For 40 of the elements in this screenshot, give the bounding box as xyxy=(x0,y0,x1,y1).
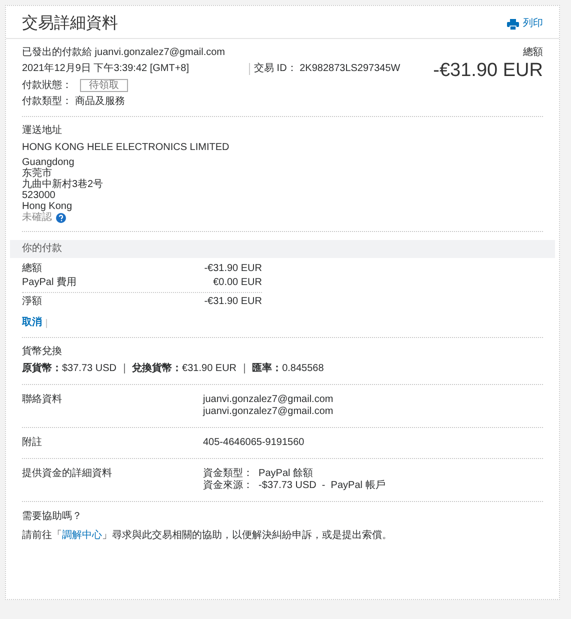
detail-label: 附註 xyxy=(22,437,43,449)
address-line: 东莞市 xyxy=(22,168,52,179)
payment-amount: -€31.90 EUR xyxy=(204,263,262,275)
section-heading: 貨幣兌換 xyxy=(22,346,63,358)
section-heading: 需要協助嗎？ xyxy=(22,511,83,523)
status-label: 付款狀態： xyxy=(22,80,72,92)
detail-value: 資金類型： PayPal 餘額 xyxy=(203,468,314,480)
help-text: 請前往「調解中心」尋求與此交易相關的協助，以便解決糾紛申訴，或是提出索償。 xyxy=(22,530,393,542)
payment-label: PayPal 費用 xyxy=(22,277,76,289)
total-label: 總額 xyxy=(523,47,543,59)
transaction-date: 2021年12月9日 下午3:39:42 [GMT+8] xyxy=(22,63,190,75)
print-link[interactable]: 列印 xyxy=(507,18,543,30)
address-line: 九曲中新村3巷2号 xyxy=(22,179,104,190)
detail-label: 提供資金的詳細資料 xyxy=(22,468,113,481)
detail-value: 資金來源： -$37.73 USD - PayPal 帳戶 xyxy=(203,480,386,492)
address-line: Guangdong xyxy=(22,157,76,168)
transaction-id: 交易 ID： 2K982873LS297345W xyxy=(249,63,400,75)
payment-label: 總額 xyxy=(22,263,42,275)
status-badge: 待領取 xyxy=(80,79,128,92)
address-line: Hong Kong xyxy=(22,201,74,212)
printer-icon xyxy=(507,18,519,30)
address-line: HONG KONG HELE ELECTRONICS LIMITED xyxy=(22,142,230,153)
payment-type: 付款類型： 商品及服務 xyxy=(22,96,126,108)
payment-amount: -€31.90 EUR xyxy=(204,296,262,308)
detail-label: 聯絡資料 xyxy=(22,394,63,407)
help-icon[interactable] xyxy=(56,212,66,222)
resolution-center-link[interactable]: 調解中心 xyxy=(62,530,102,541)
detail-value: 405-4646065-9191560 xyxy=(203,437,304,449)
section-heading: 運送地址 xyxy=(22,125,63,136)
address-line: 523000 xyxy=(22,190,56,201)
total-amount: -€31.90 EUR xyxy=(433,59,543,83)
payment-label: 淨額 xyxy=(22,296,42,308)
conversion-text: 原貨幣：$37.73 USD ｜ 兌換貨幣：€31.90 EUR ｜ 匯率：0.845568 xyxy=(22,363,325,375)
section-heading: 你的付款 xyxy=(10,240,555,258)
recipient-text: 已發出的付款給 juanvi.gonzalez7@gmail.com xyxy=(22,47,226,59)
detail-value: juanvi.gonzalez7@gmail.com xyxy=(203,394,334,406)
unconfirmed-label: 未確認 xyxy=(22,212,52,223)
payment-amount: €0.00 EUR xyxy=(213,277,262,289)
detail-value: juanvi.gonzalez7@gmail.com xyxy=(203,406,334,418)
cancel-link[interactable]: 取消 xyxy=(22,317,42,329)
